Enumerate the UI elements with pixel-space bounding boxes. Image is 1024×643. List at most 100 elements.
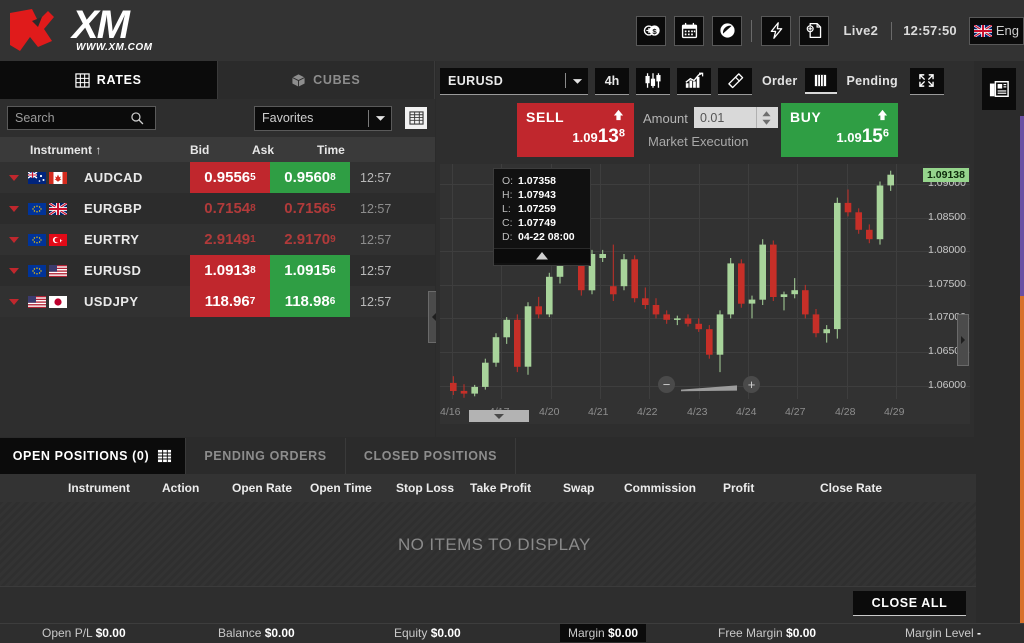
table-row[interactable]: EURGBP 0.7154 8 0.7156 5 12:57 (0, 193, 435, 224)
economic-button[interactable] (712, 15, 743, 46)
positions-column-close-rate[interactable]: Close Rate (820, 481, 882, 495)
positions-column-take-profit[interactable]: Take Profit (470, 481, 531, 495)
indicators-button[interactable] (677, 67, 711, 95)
bid-price[interactable]: 0.7154 8 (190, 193, 270, 224)
positions-column-stop-loss[interactable]: Stop Loss (396, 481, 454, 495)
caret-down-icon (9, 236, 19, 243)
row-expand-toggle[interactable] (0, 286, 28, 317)
ask-price[interactable]: 2.9170 9 (270, 224, 350, 255)
tab-closed-positions[interactable]: CLOSED POSITIONS (346, 438, 516, 474)
bid-price[interactable]: 0.9556 5 (190, 162, 270, 193)
symbol-selector[interactable]: EURUSD (440, 67, 588, 95)
rates-list: AUDCAD 0.9556 5 0.9560 8 12:57 EURGBP 0.7154 8 0.… (0, 162, 435, 317)
bid-price[interactable]: 1.0913 8 (190, 255, 270, 286)
search-input[interactable] (8, 111, 130, 125)
positions-column-swap[interactable]: Swap (563, 481, 594, 495)
tooltip-pointer (494, 248, 590, 263)
deposit-button[interactable]: $ (636, 15, 667, 46)
table-row[interactable]: USDJPY 118.96 7 118.98 6 12:57 (0, 286, 435, 317)
instrument-name: EURTRY (84, 232, 140, 247)
bid-price[interactable]: 2.9149 1 (190, 224, 270, 255)
ohlc-close-value: 1.07749 (518, 217, 556, 229)
zoom-out-button[interactable]: − (658, 376, 675, 393)
sell-price-sup: 8 (618, 127, 625, 140)
empty-state-message: NO ITEMS TO DISPLAY (398, 535, 591, 554)
chart-toolbar: EURUSD 4h Order Pending (436, 61, 974, 101)
row-expand-toggle[interactable] (0, 224, 28, 255)
chart-horizontal-scrollbar[interactable] (469, 410, 529, 422)
chevron-down-icon (494, 413, 504, 419)
status-margin: Margin $0.00 (560, 624, 647, 642)
one-click-trading-button[interactable] (761, 15, 792, 46)
row-expand-toggle[interactable] (0, 255, 28, 286)
grid-icon (157, 449, 172, 463)
caret-down-icon (9, 267, 19, 274)
row-expand-toggle[interactable] (0, 162, 28, 193)
column-instrument[interactable]: Instrument ↑ (0, 143, 190, 157)
tab-cubes[interactable]: CUBES (217, 61, 435, 99)
favorites-dropdown[interactable]: Favorites (254, 105, 392, 131)
sell-button[interactable]: SELL 1.09138 (517, 103, 634, 157)
ask-price[interactable]: 118.98 6 (270, 286, 350, 317)
instrument-name: EURUSD (84, 263, 142, 278)
xm-logo-text: XM (72, 3, 130, 47)
language-selector[interactable]: Eng (968, 16, 1024, 45)
tab-rates[interactable]: RATES (0, 61, 218, 99)
chevron-down-icon (566, 77, 588, 85)
drawing-tools-button[interactable] (718, 67, 752, 95)
zoom-in-button[interactable]: + (743, 376, 760, 393)
buy-price-big: 15 (861, 126, 883, 147)
table-row[interactable]: EURTRY 2.9149 1 2.9170 9 12:57 (0, 224, 435, 255)
table-row[interactable]: EURUSD 1.0913 8 1.0915 6 12:57 (0, 255, 435, 286)
ask-price[interactable]: 1.0915 6 (270, 255, 350, 286)
timeframe-button[interactable]: 4h (595, 67, 629, 95)
quote-time: 12:57 (360, 232, 392, 247)
news-panel-button[interactable] (982, 68, 1016, 110)
buy-button[interactable]: BUY 1.09156 (781, 103, 898, 157)
positions-column-commission[interactable]: Commission (624, 481, 696, 495)
calendar-icon (681, 22, 698, 39)
trading-platform: XM WWW.XM.COM $ Live2 12:57:50 Eng RATES… (0, 0, 1024, 643)
flag-eu-icon (28, 264, 46, 277)
quote-time: 12:57 (360, 170, 392, 185)
expand-icon (919, 74, 935, 87)
amount-stepper[interactable] (756, 107, 776, 128)
column-time[interactable]: Time (317, 143, 377, 157)
row-expand-toggle[interactable] (0, 193, 28, 224)
column-ask[interactable]: Ask (252, 143, 317, 157)
positions-column-profit[interactable]: Profit (723, 481, 754, 495)
instrument-name: EURGBP (84, 201, 143, 216)
positions-column-instrument[interactable]: Instrument (68, 481, 130, 495)
arrow-up-icon (877, 109, 888, 121)
column-settings-button[interactable] (405, 107, 427, 129)
close-all-button[interactable]: CLOSE ALL (853, 591, 966, 616)
table-row[interactable]: AUDCAD 0.9556 5 0.9560 8 12:57 (0, 162, 435, 193)
ask-price[interactable]: 0.7156 5 (270, 193, 350, 224)
calendar-button[interactable] (674, 15, 705, 46)
positions-column-open-rate[interactable]: Open Rate (232, 481, 292, 495)
column-bid[interactable]: Bid (190, 143, 252, 157)
ohlc-high-value: 1.07943 (518, 189, 556, 201)
bid-price[interactable]: 118.96 7 (190, 286, 270, 317)
tab-pending-orders[interactable]: PENDING ORDERS (186, 438, 346, 474)
positions-column-action[interactable]: Action (162, 481, 199, 495)
price-tick-label: 1.08000 (928, 244, 966, 257)
chart-vertical-scroll-handle[interactable] (957, 314, 969, 366)
time-tick-label: 4/29 (884, 406, 905, 418)
chart-type-button[interactable] (636, 67, 670, 95)
xm-logo[interactable]: XM WWW.XM.COM (8, 5, 168, 57)
pending-label: Pending (846, 74, 898, 88)
amount-input[interactable] (694, 110, 756, 125)
drawing-tool-icon (727, 73, 743, 89)
ask-price[interactable]: 0.9560 8 (270, 162, 350, 193)
fullscreen-button[interactable] (909, 67, 944, 95)
search-box[interactable] (7, 106, 156, 130)
order-toggle-button[interactable] (804, 68, 837, 94)
rates-tabs: RATES CUBES (0, 61, 435, 99)
price-chart[interactable]: 1.09000 1.08500 1.08000 1.07500 1.07000 1.065… (440, 164, 970, 424)
tab-open-positions[interactable]: OPEN POSITIONS (0) (0, 438, 186, 474)
new-chart-button[interactable] (799, 15, 830, 46)
amount-field[interactable] (694, 107, 778, 128)
positions-column-open-time[interactable]: Open Time (310, 481, 372, 495)
zoom-slider[interactable] (681, 380, 737, 392)
